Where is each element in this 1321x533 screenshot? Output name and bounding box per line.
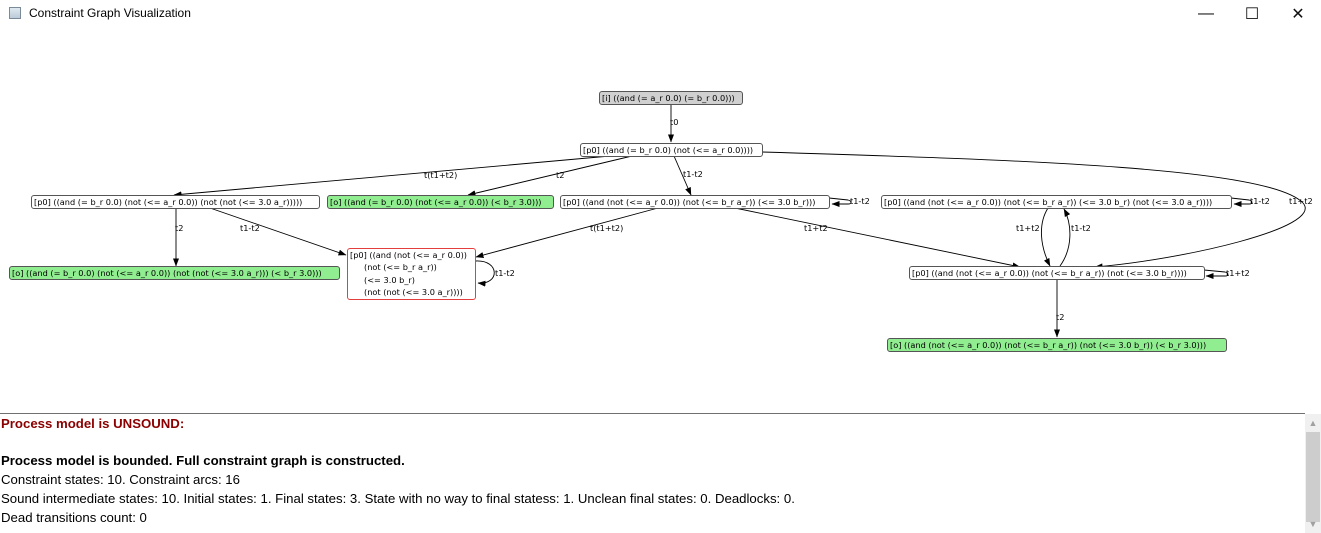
edge-rlow-loop [1203, 269, 1229, 279]
window-title: Constraint Graph Visualization [29, 6, 191, 20]
graph-node-final-1[interactable]: [o] ((and (= b_r 0.0) (not (<= a_r 0.0))… [327, 195, 554, 209]
bounded-status-text: Process model is bounded. Full constrain… [1, 453, 405, 468]
minimize-button[interactable]: — [1183, 0, 1229, 28]
edge-root-left [173, 155, 611, 198]
edge-label-root-rlow: t1+t2 [1289, 196, 1313, 206]
edge-mid-rlow [734, 207, 1021, 269]
minimize-icon: — [1198, 5, 1214, 22]
edge-root-rlow [761, 151, 1306, 270]
graph-node-final-0[interactable]: [o] ((and (= b_r 0.0) (not (<= a_r 0.0))… [9, 266, 340, 280]
scroll-up-icon[interactable]: ▲ [1305, 416, 1321, 430]
edge-rlow-right [1059, 208, 1071, 267]
edge-label-mid-rlow: t1+t2 [804, 223, 828, 233]
edge-right-loop [1230, 197, 1253, 207]
edge-label-unsound-loop: t1-t2 [495, 268, 515, 278]
unsound-node-line-3: (<= 3.0 b_r) [364, 274, 415, 285]
edge-label-root-mid: t1-t2 [683, 169, 703, 179]
edge-label-rlow-loop: t1+t2 [1226, 268, 1250, 278]
graph-node-unsound[interactable]: [p0] ((and (not (<= a_r 0.0)) (not (<= b… [347, 248, 476, 300]
unsound-node-line-4: (not (not (<= 3.0 a_r)))) [364, 286, 463, 297]
edge-left-unsound [209, 207, 347, 256]
edge-label-rlow-final2: t2 [1056, 312, 1065, 322]
edge-label-right-loop: t1-t2 [1250, 196, 1270, 206]
edge-root-final1 [467, 155, 633, 197]
constraint-graph-canvas[interactable]: [i] ((and (= a_r 0.0) (= b_r 0.0))) [p0]… [0, 28, 1321, 413]
graph-node-left[interactable]: [p0] ((and (= b_r 0.0) (not (<= a_r 0.0)… [31, 195, 320, 209]
unsound-status-text: Process model is UNSOUND: [1, 416, 185, 431]
graph-node-right[interactable]: [p0] ((and (not (<= a_r 0.0)) (not (<= b… [881, 195, 1232, 209]
title-bar: Constraint Graph Visualization — ☐ ✕ [0, 0, 1321, 28]
edge-label-root-final1: t2 [556, 170, 565, 180]
edge-label-init-root: t0 [670, 117, 679, 127]
graph-edges-layer [173, 105, 1306, 338]
edge-mid-unsound [475, 207, 659, 258]
scrollbar-thumb[interactable] [1306, 432, 1320, 522]
edge-label-left-unsound: t1-t2 [240, 223, 260, 233]
maximize-icon: ☐ [1244, 6, 1260, 23]
constraint-stats-text: Constraint states: 10. Constraint arcs: … [1, 472, 240, 487]
close-icon: ✕ [1291, 6, 1305, 23]
edge-label-mid-unsound: t(t1+t2) [590, 223, 624, 233]
maximize-button[interactable]: ☐ [1229, 0, 1275, 28]
graph-node-mid[interactable]: [p0] ((and (not (<= a_r 0.0)) (not (<= b… [560, 195, 830, 209]
graph-node-root[interactable]: [p0] ((and (= b_r 0.0) (not (<= a_r 0.0)… [580, 143, 763, 157]
graph-node-initial[interactable]: [i] ((and (= a_r 0.0) (= b_r 0.0))) [599, 91, 743, 105]
close-button[interactable]: ✕ [1275, 0, 1321, 28]
dead-transitions-text: Dead transitions count: 0 [1, 510, 147, 525]
scroll-down-icon[interactable]: ▼ [1305, 517, 1321, 531]
app-window-icon [9, 7, 21, 19]
graph-node-right-lower[interactable]: [p0] ((and (not (<= a_r 0.0)) (not (<= b… [909, 266, 1205, 280]
edge-label-rlow-right: t1-t2 [1071, 223, 1091, 233]
edge-label-root-left: t(t1+t2) [424, 170, 458, 180]
graph-node-final-2[interactable]: [o] ((and (not (<= a_r 0.0)) (not (<= b_… [887, 338, 1227, 352]
edge-unsound-loop [475, 260, 495, 287]
edge-label-right-rlow: t1+t2 [1016, 223, 1040, 233]
edge-right-rlow [1041, 207, 1051, 267]
edge-label-left-final0: t2 [175, 223, 184, 233]
edge-label-mid-loop: t1-t2 [850, 196, 870, 206]
analysis-output-panel[interactable]: Process model is UNSOUND: Process model … [0, 414, 1305, 533]
state-summary-text: Sound intermediate states: 10. Initial s… [1, 491, 795, 506]
edge-mid-loop [828, 197, 852, 207]
unsound-node-line-1: [p0] ((and (not (<= a_r 0.0)) [350, 250, 468, 260]
unsound-node-line-2: (not (<= b_r a_r)) [364, 262, 437, 273]
output-scrollbar[interactable]: ▲ ▼ [1305, 414, 1321, 533]
